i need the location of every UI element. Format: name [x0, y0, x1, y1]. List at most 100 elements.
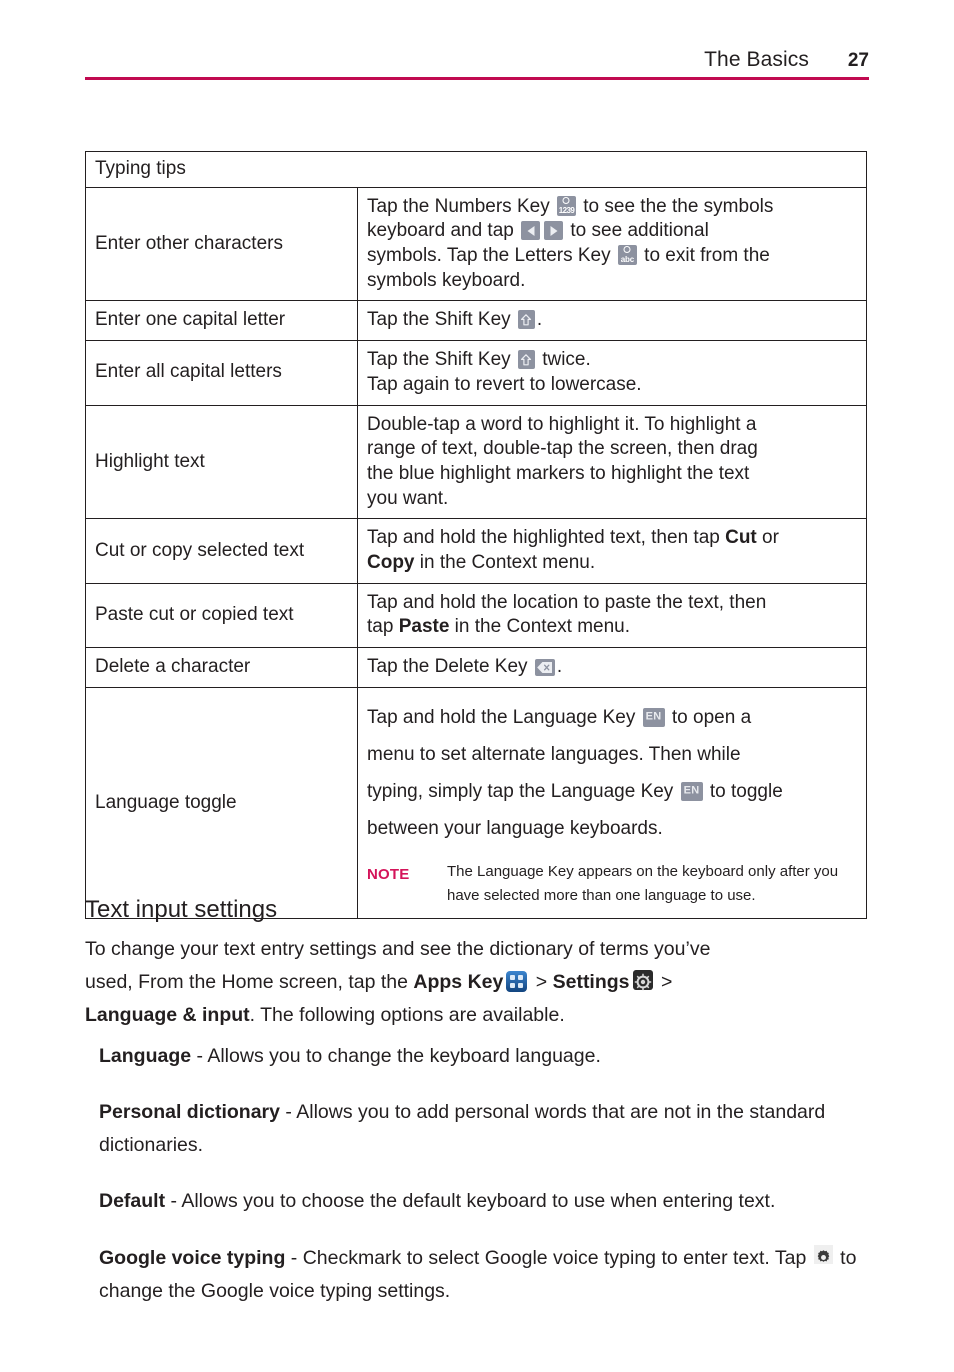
text-fragment: Tap the Delete Key: [367, 656, 533, 677]
voice-typing-settings-gear-icon: [813, 1244, 833, 1264]
intro-paragraph: To change your text entry settings and s…: [85, 933, 875, 1032]
text-fragment: . The following options are available.: [249, 1004, 565, 1027]
row-content: Tap and hold the Language Key EN to open…: [357, 686, 867, 920]
text-fragment: Tap the Numbers Key: [367, 195, 555, 217]
document-page: The Basics 27 Typing tips Enter other ch…: [0, 0, 954, 1372]
text-fragment: Tap the Shift Key: [367, 349, 516, 371]
letters-key-icon: abc: [617, 245, 637, 266]
text-fragment: symbols. Tap the Letters Key: [367, 245, 616, 267]
text-fragment: between your language keyboards.: [367, 817, 663, 839]
row-label: Highlight text: [85, 404, 358, 520]
page-title: The Basics: [704, 48, 809, 71]
text-fragment: in the Context menu.: [414, 551, 596, 573]
arrow-left-key-icon: [521, 221, 541, 241]
text-fragment: To change your text entry settings and s…: [85, 938, 711, 960]
arrow-right-key-icon: [544, 221, 564, 241]
text-fragment: symbols keyboard.: [367, 269, 526, 291]
table-row: Paste cut or copied text Tap and hold th…: [85, 582, 867, 649]
text-fragment: you want.: [367, 487, 449, 509]
note-text: The Language Key appears on the keyboard…: [447, 862, 839, 905]
row-content: Tap and hold the highlighted text, then …: [357, 518, 867, 584]
text-fragment: to exit from the: [638, 245, 770, 267]
running-header: The Basics 27: [85, 48, 869, 80]
list-item: Google voice typing - Checkmark to selec…: [99, 1242, 874, 1308]
text-fragment: keyboard and tap: [367, 220, 520, 242]
delete-key-icon: [534, 659, 555, 676]
text-fragment: .: [536, 309, 543, 331]
text-fragment: to see additional: [565, 220, 709, 242]
gear-glyph: [817, 1249, 830, 1262]
emphasis-paste: Paste: [398, 616, 450, 638]
option-term: Language: [99, 1045, 192, 1067]
text-fragment: in the Context menu.: [449, 616, 631, 638]
table-row: Enter one capital letter Tap the Shift K…: [85, 300, 867, 342]
list-item: Language - Allows you to change the keyb…: [99, 1040, 874, 1073]
text-fragment: Tap again to revert to lowercase.: [367, 373, 642, 395]
table-row: Language toggle Tap and hold the Languag…: [85, 686, 867, 920]
text-fragment: menu to set alternate languages. Then wh…: [367, 743, 741, 765]
text-fragment: to open a: [666, 706, 752, 728]
note-label: NOTE: [367, 865, 410, 883]
note-callout: NOTE The Language Key appears on the key…: [367, 860, 858, 909]
table-header-row: Typing tips: [85, 151, 867, 188]
option-term: Google voice typing: [99, 1246, 286, 1269]
table-caption: Typing tips: [85, 151, 867, 188]
row-label: Enter one capital letter: [85, 300, 358, 342]
text-fragment: .: [556, 656, 563, 677]
emphasis-settings: Settings: [552, 971, 630, 994]
header-rule: [85, 77, 869, 80]
text-fragment: >: [530, 971, 553, 994]
text-fragment: twice.: [536, 349, 591, 371]
row-content: Tap the Numbers Key 1239 to see the the …: [357, 186, 867, 302]
text-fragment: the blue highlight markers to highlight …: [367, 462, 750, 484]
section-heading: Text input settings: [85, 896, 278, 923]
page-number: 27: [847, 50, 869, 71]
text-fragment: or: [756, 527, 779, 549]
text-fragment: >: [655, 971, 673, 994]
row-content: Double-tap a word to highlight it. To hi…: [357, 404, 867, 520]
emphasis-copy: Copy: [367, 551, 415, 573]
apps-key-icon: [506, 971, 528, 993]
table-row: Cut or copy selected text Tap and hold t…: [85, 518, 867, 584]
settings-gear-icon: [632, 970, 653, 991]
language-key-icon: EN: [680, 781, 703, 801]
shift-arrow-glyph: [521, 353, 532, 366]
option-description: - Checkmark to select Google voice typin…: [285, 1246, 812, 1269]
row-content: Tap and hold the location to paste the t…: [357, 582, 867, 649]
row-label: Delete a character: [85, 647, 358, 688]
option-description: - Allows you to choose the default keybo…: [165, 1190, 776, 1213]
row-label: Cut or copy selected text: [85, 518, 358, 584]
row-label: Enter other characters: [85, 186, 358, 302]
emphasis-cut: Cut: [725, 527, 757, 549]
row-content: Tap the Shift Key twice. Tap again to re…: [357, 340, 867, 406]
shift-key-icon: [517, 310, 535, 330]
text-fragment: Tap the Shift Key: [367, 309, 516, 331]
text-fragment: tap: [367, 616, 399, 638]
shift-arrow-glyph: [521, 314, 532, 326]
text-fragment: to see the the symbols: [577, 195, 774, 217]
table-row: Enter all capital letters Tap the Shift …: [85, 340, 867, 406]
option-description: - Allows you to change the keyboard lang…: [191, 1045, 601, 1067]
list-item: Personal dictionary - Allows you to add …: [99, 1096, 874, 1162]
text-fragment: Double-tap a word to highlight it. To hi…: [367, 413, 757, 435]
backspace-glyph: [537, 662, 552, 673]
numbers-key-icon: 1239: [556, 195, 576, 216]
row-label: Language toggle: [85, 686, 358, 920]
list-item: Default - Allows you to choose the defau…: [99, 1185, 874, 1218]
row-content: Tap the Delete Key .: [357, 647, 867, 688]
option-term: Default: [99, 1190, 166, 1213]
text-fragment: Tap and hold the Language Key: [367, 706, 641, 728]
emphasis-apps-key: Apps Key: [413, 971, 504, 994]
row-label: Paste cut or copied text: [85, 582, 358, 649]
typing-tips-table: Typing tips Enter other characters Tap t…: [85, 151, 867, 920]
text-fragment: Tap and hold the location to paste the t…: [367, 591, 767, 613]
table-row: Highlight text Double-tap a word to high…: [85, 404, 867, 520]
row-label: Enter all capital letters: [85, 340, 358, 406]
option-term: Personal dictionary: [99, 1101, 280, 1124]
table-row: Enter other characters Tap the Numbers K…: [85, 186, 867, 302]
gear-glyph: [634, 973, 651, 991]
options-list: Language - Allows you to change the keyb…: [99, 1040, 874, 1331]
text-fragment: range of text, double-tap the screen, th…: [367, 438, 758, 460]
shift-key-icon: [517, 350, 535, 370]
text-fragment: Tap and hold the highlighted text, then …: [367, 527, 726, 549]
